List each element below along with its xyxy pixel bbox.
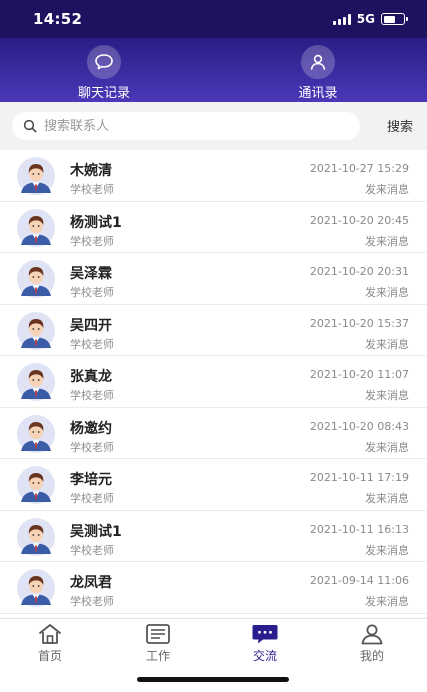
search-bar: 搜索 <box>0 102 427 150</box>
contact-name: 李培元 <box>70 472 112 488</box>
tab-contacts[interactable]: 通讯录 <box>258 45 378 101</box>
bottom-tab-bar: 首页 工作 交流 我的 <box>0 618 427 666</box>
message-status: 发来消息 <box>365 286 409 299</box>
tab-work[interactable]: 工作 <box>113 623 203 664</box>
contact-list: 木婉清 学校老师 2021-10-27 15:29 发来消息 杨测试1 学校老师 2021-… <box>0 150 427 618</box>
signal-icon <box>332 13 351 25</box>
contact-role: 学校老师 <box>70 286 114 299</box>
search-box <box>12 112 360 140</box>
contact-row[interactable]: 张真龙学校老师 2021-10-20 11:07 发来消息 <box>0 356 427 408</box>
contact-role: 学校老师 <box>70 595 114 608</box>
tab-profile[interactable]: 我的 <box>327 623 417 664</box>
contact-role: 学校老师 <box>70 183 114 196</box>
message-status: 发来消息 <box>365 595 409 608</box>
contact-name: 杨邀约 <box>70 420 112 437</box>
contact-name: 吴测试1 <box>70 523 122 540</box>
avatar <box>14 466 58 504</box>
tab-contacts-label: 通讯录 <box>298 86 338 101</box>
message-status: 发来消息 <box>365 234 409 248</box>
avatar <box>14 157 58 195</box>
message-time: 2021-09-14 11:06 <box>309 574 409 587</box>
home-indicator <box>137 677 289 682</box>
contact-role: 学校老师 <box>70 440 114 454</box>
contact-role: 学校老师 <box>70 389 114 402</box>
app-frame: 14:52 5G 聊天记录 通讯录 搜索联系人 搜索 木婉清 学校老师 2021… <box>0 0 427 692</box>
contact-name: 吴四开 <box>70 317 112 334</box>
tab-home[interactable]: 首页 <box>5 623 95 664</box>
message-time: 2021-10-20 11:07 <box>309 368 409 381</box>
contact-role: 学校老师 <box>70 543 114 557</box>
contact-row[interactable]: 木婉清学校老师 2021-10-27 15:29 发来消息 <box>0 150 427 202</box>
avatar <box>14 260 58 298</box>
contact-row[interactable]: 吴四开学校老师 2021-10-20 15:37 发来消息 <box>0 305 427 356</box>
message-time: 2021-10-20 08:43 <box>309 419 409 433</box>
contact-name: 木婉清 <box>70 163 112 179</box>
message-time: 2021-10-11 16:13 <box>309 522 409 536</box>
message-time: 2021-10-27 15:29 <box>309 162 409 175</box>
message-time: 2021-10-11 17:19 <box>309 471 409 484</box>
chat-bubble-icon <box>87 45 121 79</box>
avatar <box>14 414 58 453</box>
avatar <box>14 208 58 247</box>
tab-communication-label: 交流 <box>252 649 277 663</box>
search-input[interactable] <box>44 116 344 136</box>
contact-role: 学校老师 <box>70 492 114 505</box>
contact-role: 学校老师 <box>70 234 114 248</box>
contact-row[interactable]: 龙凤君学校老师 2021-09-14 11:06 发来消息 <box>0 562 427 614</box>
contact-name: 龙凤君 <box>70 575 112 591</box>
contact-name: 杨测试1 <box>70 214 122 231</box>
status-time: 14:52 <box>33 10 83 28</box>
contact-row[interactable]: 吴泽霖学校老师 2021-10-20 20:31 发来消息 <box>0 253 427 305</box>
avatar <box>14 517 58 556</box>
tab-communication[interactable]: 交流 <box>220 623 310 664</box>
tab-work-label: 工作 <box>145 649 170 663</box>
message-time: 2021-10-20 15:37 <box>309 316 409 330</box>
contact-role: 学校老师 <box>70 337 114 351</box>
avatar <box>14 569 58 607</box>
profile-icon <box>327 623 417 645</box>
contact-name: 吴泽霖 <box>70 266 112 282</box>
work-list-icon <box>113 623 203 645</box>
contact-row[interactable]: 吴测试1 学校老师 2021-10-11 16:13 发来消息 <box>0 511 427 562</box>
tab-home-label: 首页 <box>37 649 62 663</box>
contact-row[interactable]: 杨邀约学校老师 2021-10-20 08:43 发来消息 <box>0 408 427 459</box>
message-status: 发来消息 <box>365 183 409 196</box>
message-status: 发来消息 <box>365 440 409 454</box>
avatar <box>14 311 58 350</box>
home-icon <box>5 623 95 645</box>
search-icon <box>23 119 37 133</box>
status-bar: 14:52 5G <box>0 0 427 38</box>
battery-icon <box>381 13 408 25</box>
network-type: 5G <box>356 12 375 26</box>
message-status: 发来消息 <box>365 389 409 402</box>
tab-chat-history[interactable]: 聊天记录 <box>44 45 164 101</box>
search-button[interactable]: 搜索 <box>387 116 413 135</box>
message-status: 发来消息 <box>365 337 409 351</box>
message-time: 2021-10-20 20:31 <box>309 265 409 278</box>
contact-name: 张真龙 <box>70 369 112 385</box>
avatar <box>14 363 58 401</box>
tab-profile-label: 我的 <box>359 649 384 663</box>
chat-message-icon <box>220 623 310 645</box>
tab-chat-history-label: 聊天记录 <box>77 86 130 101</box>
message-status: 发来消息 <box>365 543 409 557</box>
message-status: 发来消息 <box>365 492 409 505</box>
contact-row[interactable]: 杨测试1 学校老师 2021-10-20 20:45 发来消息 <box>0 202 427 253</box>
message-time: 2021-10-20 20:45 <box>309 213 409 227</box>
contact-row[interactable]: 李培元学校老师 2021-10-11 17:19 发来消息 <box>0 459 427 511</box>
status-indicators: 5G <box>332 12 408 26</box>
contact-person-icon <box>301 45 335 79</box>
top-nav: 聊天记录 通讯录 <box>0 38 427 102</box>
